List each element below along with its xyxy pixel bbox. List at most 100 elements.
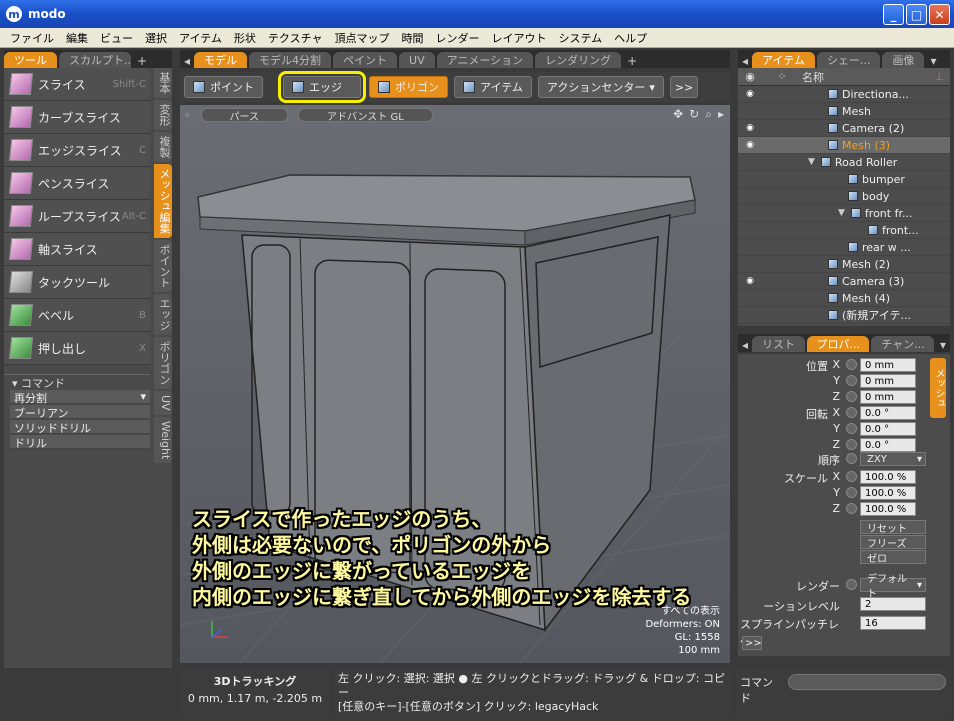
- polygon-mode-button[interactable]: ポリゴン: [369, 76, 448, 98]
- tab-channels[interactable]: チャン...: [871, 336, 934, 352]
- vtab-edge[interactable]: エッジ: [154, 294, 172, 335]
- close-button[interactable]: ✕: [929, 4, 950, 25]
- tab-items[interactable]: アイテム: [752, 52, 815, 68]
- animate-dot-icon[interactable]: [846, 439, 857, 450]
- vtab-point[interactable]: ポイント: [154, 240, 172, 292]
- item-row[interactable]: Mesh (4): [738, 290, 950, 307]
- menu-help[interactable]: ヘルプ: [608, 30, 653, 46]
- tab-list[interactable]: リスト: [752, 336, 805, 352]
- menu-item[interactable]: アイテム: [173, 30, 228, 46]
- visibility-eye-icon[interactable]: ◉: [738, 123, 762, 133]
- more-tools-button[interactable]: >>: [669, 76, 699, 98]
- menu-texture[interactable]: テクスチャ: [262, 30, 329, 46]
- item-row[interactable]: (新規アイテ...: [738, 307, 950, 324]
- item-row[interactable]: ◉ Mesh (3): [738, 137, 950, 154]
- add-tab-icon[interactable]: +: [133, 54, 151, 68]
- tool-extrude[interactable]: 押し出し X: [4, 332, 150, 365]
- vtab-duplicate[interactable]: 複製: [154, 132, 172, 162]
- position-x-field[interactable]: 0 mm: [860, 358, 916, 372]
- tab-sculpt[interactable]: スカルプト...: [59, 52, 131, 68]
- tab-model-quad[interactable]: モデル4分割: [249, 52, 332, 68]
- expand-triangle-icon[interactable]: ▼: [838, 208, 845, 218]
- tab-properties[interactable]: プロパ...: [806, 336, 870, 352]
- spline-patch-level-field[interactable]: 16: [860, 616, 926, 630]
- menu-geometry[interactable]: 形状: [228, 30, 262, 46]
- animate-dot-icon[interactable]: [846, 423, 857, 434]
- animate-dot-icon[interactable]: [846, 407, 857, 418]
- menu-file[interactable]: ファイル: [4, 30, 60, 46]
- animate-dot-icon[interactable]: [846, 391, 857, 402]
- command-drill[interactable]: ドリル: [10, 435, 150, 450]
- scale-x-field[interactable]: 100.0 %: [860, 470, 916, 484]
- vtab-mesh[interactable]: メッシュ: [930, 358, 946, 418]
- menu-render[interactable]: レンダー: [429, 30, 485, 46]
- item-row[interactable]: front...: [738, 222, 950, 239]
- animate-dot-icon[interactable]: [846, 471, 857, 482]
- visibility-eye-icon[interactable]: ◉: [738, 89, 762, 99]
- tab-animation[interactable]: アニメーション: [436, 52, 534, 68]
- item-row[interactable]: bumper: [738, 171, 950, 188]
- rotate-icon[interactable]: ↻: [689, 107, 699, 122]
- visibility-eye-icon[interactable]: ◉: [738, 276, 762, 286]
- animate-dot-icon[interactable]: [846, 359, 857, 370]
- command-boolean[interactable]: ブーリアン: [10, 405, 150, 420]
- pan-icon[interactable]: ✥: [673, 107, 683, 122]
- visibility-eye-icon[interactable]: ◉: [738, 140, 762, 150]
- tool-axis-slice[interactable]: 軸スライス: [4, 233, 150, 266]
- tool-edge-slice[interactable]: エッジスライス C: [4, 134, 150, 167]
- tool-loop-slice[interactable]: ループスライス Alt-C: [4, 200, 150, 233]
- action-center-dropdown[interactable]: アクションセンター ▾: [537, 76, 664, 98]
- tool-tack[interactable]: タックツール: [4, 266, 150, 299]
- zoom-icon[interactable]: ⌕: [705, 107, 712, 122]
- item-row[interactable]: ▼ Road Roller: [738, 154, 950, 171]
- animate-dot-icon[interactable]: [846, 375, 857, 386]
- vtab-weight[interactable]: Weight: [154, 416, 172, 463]
- tab-scroll-left-icon[interactable]: ◂: [180, 54, 194, 68]
- view-type-dropdown[interactable]: パース: [200, 108, 288, 123]
- vtab-basic[interactable]: 基本: [154, 68, 172, 98]
- tool-curve-slice[interactable]: カーブスライス: [4, 101, 150, 134]
- item-row[interactable]: Mesh: [738, 103, 950, 120]
- menu-vertex-map[interactable]: 頂点マップ: [328, 30, 395, 46]
- tool-slice[interactable]: スライス Shift-C: [4, 68, 150, 101]
- tab-rendering[interactable]: レンダリング: [535, 52, 622, 68]
- menu-time[interactable]: 時間: [395, 30, 429, 46]
- tab-paint[interactable]: ペイント: [333, 52, 398, 68]
- menu-layout[interactable]: レイアウト: [485, 30, 552, 46]
- menu-system[interactable]: システム: [552, 30, 608, 46]
- animate-dot-icon[interactable]: [846, 453, 857, 464]
- tab-shader[interactable]: シェー...: [816, 52, 881, 68]
- menu-edit[interactable]: 編集: [60, 30, 94, 46]
- tab-scroll-left-icon[interactable]: ◂: [738, 54, 752, 68]
- animate-dot-icon[interactable]: [846, 487, 857, 498]
- tab-images[interactable]: 画像: [882, 52, 925, 68]
- command-input[interactable]: [788, 674, 946, 690]
- item-mode-button[interactable]: アイテム: [454, 76, 532, 98]
- point-mode-button[interactable]: ポイント: [184, 76, 263, 98]
- item-row[interactable]: Mesh (2): [738, 256, 950, 273]
- scale-y-field[interactable]: 100.0 %: [860, 486, 916, 500]
- tool-bevel[interactable]: ベベル B: [4, 299, 150, 332]
- vtab-deform[interactable]: 変形: [154, 100, 172, 130]
- rotation-x-field[interactable]: 0.0 °: [860, 406, 916, 420]
- viewport-options-icon[interactable]: ▸: [718, 107, 724, 122]
- tab-uv[interactable]: UV: [399, 52, 435, 68]
- more-properties-button[interactable]: >>: [742, 636, 762, 650]
- rotation-y-field[interactable]: 0.0 °: [860, 422, 916, 436]
- tab-tools[interactable]: ツール: [4, 52, 57, 68]
- maximize-button[interactable]: □: [906, 4, 927, 25]
- item-row[interactable]: rear w ...: [738, 239, 950, 256]
- item-row[interactable]: ◉ Camera (3): [738, 273, 950, 290]
- gl-mode-dropdown[interactable]: アドバンスト GL: [298, 108, 433, 123]
- add-tab-icon[interactable]: +: [623, 54, 641, 68]
- item-row[interactable]: ◉ Directiona...: [738, 86, 950, 103]
- menu-select[interactable]: 選択: [139, 30, 173, 46]
- minimize-button[interactable]: _: [883, 4, 904, 25]
- rotation-z-field[interactable]: 0.0 °: [860, 438, 916, 452]
- edge-mode-button[interactable]: エッジ: [278, 71, 366, 103]
- tab-menu-icon[interactable]: ▾: [936, 338, 950, 352]
- rotation-order-dropdown[interactable]: ZXY ▾: [860, 452, 926, 466]
- item-row[interactable]: ▼ front fr...: [738, 205, 950, 222]
- command-solid-drill[interactable]: ソリッドドリル: [10, 420, 150, 435]
- position-z-field[interactable]: 0 mm: [860, 390, 916, 404]
